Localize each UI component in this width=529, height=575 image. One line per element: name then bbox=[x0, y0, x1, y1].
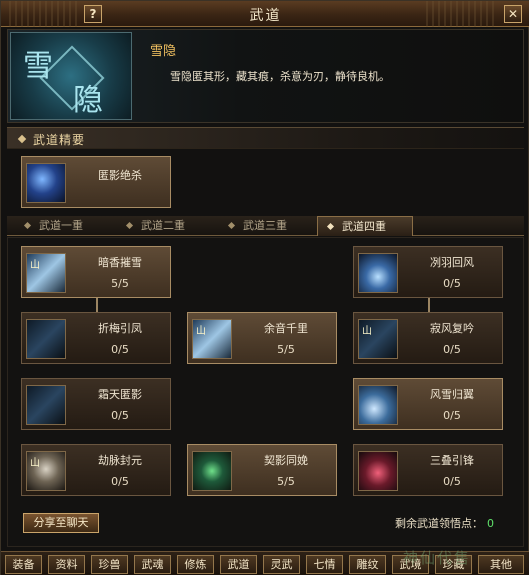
section-title: 武道精要 bbox=[33, 133, 86, 147]
skill-name: 契影同娩 bbox=[264, 454, 308, 467]
skill-name: 霜天匿影 bbox=[98, 388, 142, 401]
wing-icon bbox=[358, 385, 398, 425]
skill-level: 5/5 bbox=[111, 277, 129, 290]
bottom-tab-qiqing[interactable]: 七情 bbox=[306, 555, 343, 574]
tab-tier-2[interactable]: 武道二重 bbox=[117, 216, 213, 236]
tree-connector bbox=[428, 298, 430, 312]
skill-title: 雪隐 bbox=[150, 44, 177, 59]
skill-level: 5/5 bbox=[277, 475, 295, 488]
skill-slot[interactable]: 山 余音千里 5/5 bbox=[187, 312, 337, 364]
blue-spirit-icon bbox=[26, 163, 66, 203]
skill-slot[interactable]: 霜天匿影 0/5 bbox=[21, 378, 171, 430]
skill-header: 雪 隐 雪隐 雪隐匿其形，藏其痕，杀意为刃，静待良机。 bbox=[7, 29, 524, 123]
skill-level: 0/5 bbox=[443, 409, 461, 422]
skill-name: 暗香摧雪 bbox=[98, 256, 142, 269]
bottom-tab-pets[interactable]: 珍兽 bbox=[91, 555, 128, 574]
skill-slot[interactable]: 山 劫脉封元 0/5 bbox=[21, 444, 171, 496]
tab-label: 武道二重 bbox=[141, 219, 185, 232]
storm-icon bbox=[358, 253, 398, 293]
ice-sword-icon: 山 bbox=[26, 253, 66, 293]
bottom-tab-training[interactable]: 修炼 bbox=[177, 555, 214, 574]
skill-name: 劫脉封元 bbox=[98, 454, 142, 467]
skill-slot[interactable]: 契影同娩 5/5 bbox=[187, 444, 337, 496]
skill-name: 风雪归翼 bbox=[430, 388, 474, 401]
tab-tier-3[interactable]: 武道三重 bbox=[219, 216, 315, 236]
skill-name: 折梅引凤 bbox=[98, 322, 142, 335]
skill-level: 0/5 bbox=[111, 409, 129, 422]
window-title: 武道 bbox=[249, 8, 282, 24]
skill-name: 三叠引锋 bbox=[430, 454, 474, 467]
emblem-char-1: 雪 bbox=[23, 49, 53, 84]
tab-diamond-icon bbox=[23, 221, 32, 230]
emblem-char-2: 隐 bbox=[73, 83, 103, 118]
remaining-points-value: 0 bbox=[487, 517, 494, 530]
tier-tabs: 武道一重 武道二重 武道三重 武道四重 bbox=[7, 216, 524, 236]
remaining-points-label: 剩余武道领悟点： bbox=[395, 517, 483, 530]
title-bar[interactable]: ? 武道 ✕ bbox=[1, 1, 529, 27]
ice-sword-icon: 山 bbox=[192, 319, 232, 359]
skill-slot[interactable]: 冽羽回风 0/5 bbox=[353, 246, 503, 298]
section-header: 武道精要 bbox=[7, 127, 524, 149]
tab-diamond-icon bbox=[227, 221, 236, 230]
skill-name: 寂风复吟 bbox=[430, 322, 474, 335]
tab-diamond-icon bbox=[326, 222, 335, 231]
school-emblem: 雪 隐 bbox=[10, 32, 132, 120]
skill-slot[interactable]: 山 暗香摧雪 5/5 bbox=[21, 246, 171, 298]
green-aura-icon bbox=[192, 451, 232, 491]
skill-level: 0/5 bbox=[111, 475, 129, 488]
tab-label: 武道三重 bbox=[243, 219, 287, 232]
skill-level: 0/5 bbox=[443, 475, 461, 488]
tab-tier-4[interactable]: 武道四重 bbox=[317, 216, 413, 236]
old-man-icon: 山 bbox=[26, 451, 66, 491]
skill-slot[interactable]: 三叠引锋 0/5 bbox=[353, 444, 503, 496]
essence-skill-slot[interactable]: 匿影绝杀 bbox=[21, 156, 171, 208]
skill-level: 0/5 bbox=[111, 343, 129, 356]
essence-skill-name: 匿影绝杀 bbox=[98, 169, 142, 182]
share-to-chat-button[interactable]: 分享至聊天 bbox=[23, 513, 99, 533]
close-button[interactable]: ✕ bbox=[504, 5, 522, 23]
bottom-tab-equipment[interactable]: 装备 bbox=[5, 555, 42, 574]
red-blade-icon bbox=[358, 451, 398, 491]
skill-slot[interactable]: 风雪归翼 0/5 bbox=[353, 378, 503, 430]
watermark-text: 神仙代售 bbox=[403, 549, 472, 567]
bottom-tab-other[interactable]: 其他 bbox=[478, 555, 524, 574]
skill-description: 雪隐匿其形，藏其痕，杀意为刃，静待良机。 bbox=[170, 70, 390, 83]
skill-level: 0/5 bbox=[443, 277, 461, 290]
tab-label: 武道四重 bbox=[342, 220, 386, 233]
skill-slot[interactable]: 折梅引凤 0/5 bbox=[21, 312, 171, 364]
ice-shards-icon bbox=[26, 385, 66, 425]
skill-name: 余音千里 bbox=[264, 322, 308, 335]
tab-label: 武道一重 bbox=[39, 219, 83, 232]
skill-name: 冽羽回风 bbox=[430, 256, 474, 269]
dark-blade-icon: 山 bbox=[358, 319, 398, 359]
bottom-tab-carving[interactable]: 雕纹 bbox=[349, 555, 386, 574]
section-diamond-icon bbox=[17, 134, 27, 144]
bottom-tab-profile[interactable]: 资料 bbox=[48, 555, 85, 574]
tab-tier-1[interactable]: 武道一重 bbox=[15, 216, 111, 236]
wudao-window: ? 武道 ✕ 雪 隐 雪隐 雪隐匿其形，藏其痕，杀意为刃，静待良机。 武道精要 … bbox=[0, 0, 529, 575]
remaining-points: 剩余武道领悟点： 0 bbox=[395, 515, 494, 531]
bottom-tab-spirit[interactable]: 武魂 bbox=[134, 555, 171, 574]
skill-slot[interactable]: 山 寂风复吟 0/5 bbox=[353, 312, 503, 364]
skill-level: 5/5 bbox=[277, 343, 295, 356]
bottom-tab-wudao[interactable]: 武道 bbox=[220, 555, 257, 574]
bottom-tab-lingwu[interactable]: 灵武 bbox=[263, 555, 300, 574]
dark-blade-icon bbox=[26, 319, 66, 359]
skill-level: 0/5 bbox=[443, 343, 461, 356]
tree-connector bbox=[96, 298, 98, 312]
tab-diamond-icon bbox=[125, 221, 134, 230]
